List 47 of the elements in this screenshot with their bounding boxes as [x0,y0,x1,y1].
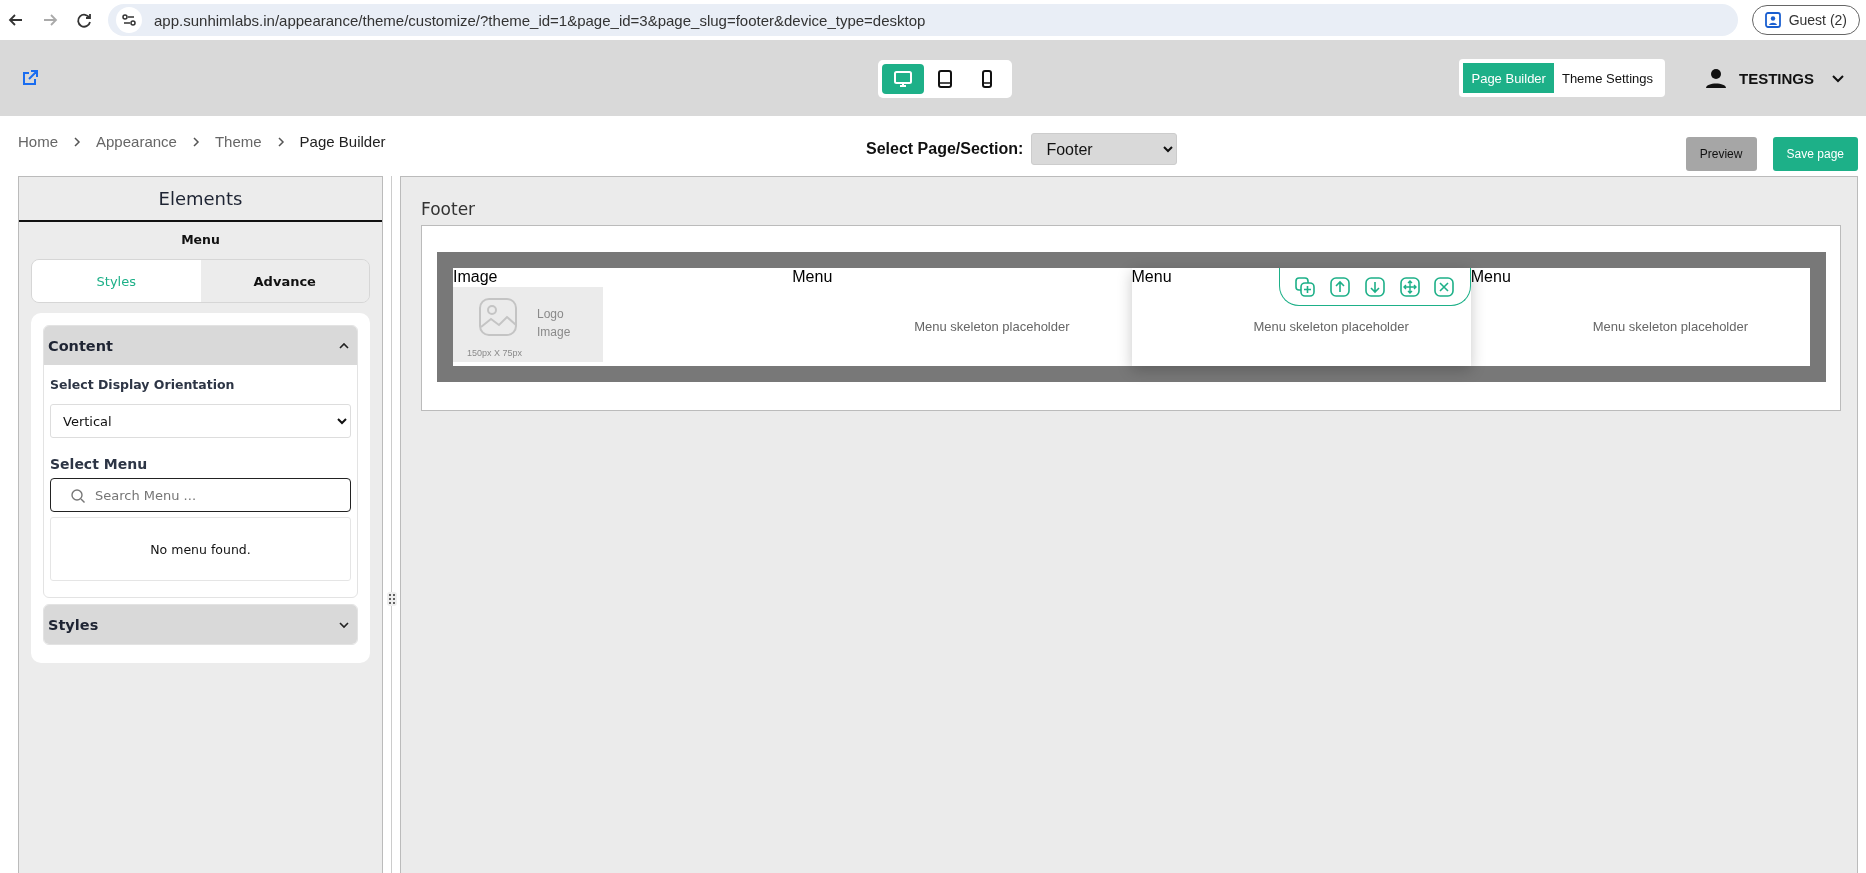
search-field[interactable]: Search Menu ... [50,478,351,512]
breadcrumb-link[interactable]: Appearance [96,133,177,150]
field-label: Select Menu [50,456,149,472]
profile-icon [1764,12,1781,28]
close-icon[interactable] [1433,275,1456,298]
chevron-right-icon [190,135,201,148]
chevron-right-icon [72,135,82,148]
preview-button[interactable]: Preview [1685,137,1757,171]
section-title: Footer [421,199,477,219]
accordion-title: Content [48,337,113,354]
breadcrumb-link[interactable]: Theme [214,133,262,150]
menu-block[interactable]: Menu Menu skeleton placeholder [1131,268,1471,366]
profile-button[interactable]: Guest (2) [1751,5,1860,35]
element-name: Menu [180,231,221,249]
drag-handle-icon[interactable] [387,592,397,606]
tablet-icon [935,69,955,89]
external-link-icon[interactable] [20,68,40,88]
accordion-header[interactable]: Styles [44,605,357,644]
field-label: Select Display Orientation [50,377,236,392]
image-caption: Logo Image [537,306,572,341]
block-label: Image [453,268,498,286]
page-select-label: Select Page/Section: [866,140,1024,158]
move-down-icon[interactable] [1363,275,1386,298]
search-icon [70,488,86,504]
accordion-title: Styles [48,616,99,633]
block-label: Menu [1470,268,1511,286]
page-select[interactable]: Footer [1031,133,1178,165]
user-name[interactable]: TESTINGS [1739,69,1814,87]
block-label: Menu [1131,268,1172,286]
user-avatar-icon [1705,67,1727,89]
menu-placeholder-text: Menu skeleton placeholder [1592,318,1749,334]
desktop-icon [893,69,913,89]
chevron-right-icon [275,135,286,148]
block-label: Menu [792,268,833,286]
accordion-header[interactable]: Content [44,326,357,365]
breadcrumb-link[interactable]: Home [18,133,58,150]
empty-message: No menu found. [50,517,351,581]
move-up-icon[interactable] [1328,275,1351,298]
orientation-select[interactable]: Vertical [50,404,351,438]
menu-placeholder-text: Menu skeleton placeholder [914,318,1070,334]
menu-placeholder-text: Menu skeleton placeholder [1253,318,1409,334]
panel-title: Elements [19,177,382,222]
drag-move-icon[interactable] [1398,275,1421,298]
duplicate-icon[interactable] [1294,275,1317,298]
image-icon [478,297,518,337]
image-size-text: 150px X 75px [467,348,523,358]
site-settings-icon[interactable] [116,7,142,33]
